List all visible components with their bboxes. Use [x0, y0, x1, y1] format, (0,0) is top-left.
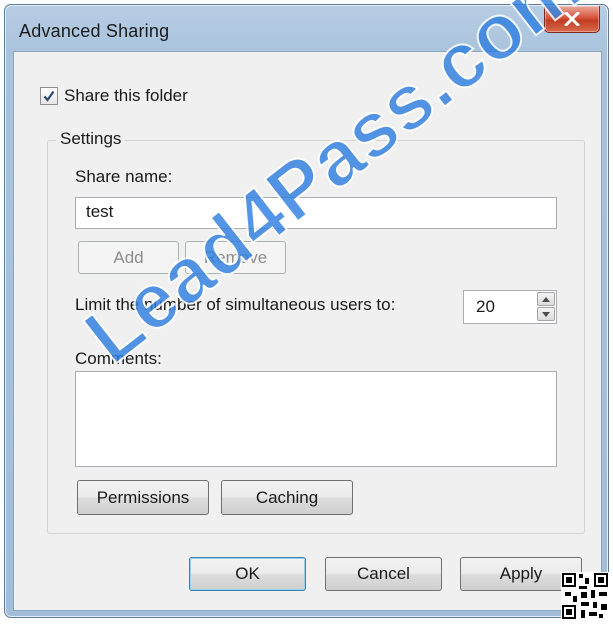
- arrow-down-icon: [542, 311, 550, 317]
- spinner-down-button[interactable]: [537, 307, 555, 321]
- arrow-up-icon: [542, 296, 550, 302]
- close-icon: [564, 12, 580, 26]
- share-name-value: test: [86, 202, 114, 221]
- spinner-buttons: [537, 292, 555, 322]
- qr-code-icon: [561, 572, 609, 620]
- share-name-input[interactable]: test: [75, 197, 557, 229]
- user-limit-value: 20: [476, 297, 495, 316]
- share-folder-row[interactable]: Share this folder: [40, 86, 188, 106]
- comments-textarea[interactable]: [75, 371, 557, 467]
- title-bar[interactable]: Advanced Sharing: [5, 5, 608, 55]
- share-name-label: Share name:: [75, 167, 173, 186]
- limit-users-label: Limit the number of simultaneous users t…: [75, 295, 396, 314]
- cancel-button[interactable]: Cancel: [325, 557, 442, 591]
- ok-button[interactable]: OK: [189, 557, 306, 591]
- spinner-up-button[interactable]: [537, 292, 555, 306]
- checkmark-icon: [43, 90, 55, 102]
- dialog-window: Advanced Sharing Share this folder Setti…: [4, 4, 609, 618]
- window-title: Advanced Sharing: [19, 21, 170, 41]
- settings-group: Settings Share name: test Add Remove Lim…: [47, 129, 585, 534]
- user-limit-spinner[interactable]: 20: [463, 290, 557, 324]
- share-folder-label: Share this folder: [64, 86, 188, 105]
- settings-group-label: Settings: [56, 129, 126, 149]
- comments-label: Comments:: [75, 349, 162, 368]
- close-button[interactable]: [544, 6, 600, 33]
- share-folder-checkbox[interactable]: [40, 87, 58, 105]
- dialog-body: Share this folder Settings Share name: t…: [13, 51, 602, 611]
- add-button[interactable]: Add: [78, 241, 179, 274]
- permissions-button[interactable]: Permissions: [77, 480, 209, 515]
- remove-button[interactable]: Remove: [185, 241, 286, 274]
- caching-button[interactable]: Caching: [221, 480, 353, 515]
